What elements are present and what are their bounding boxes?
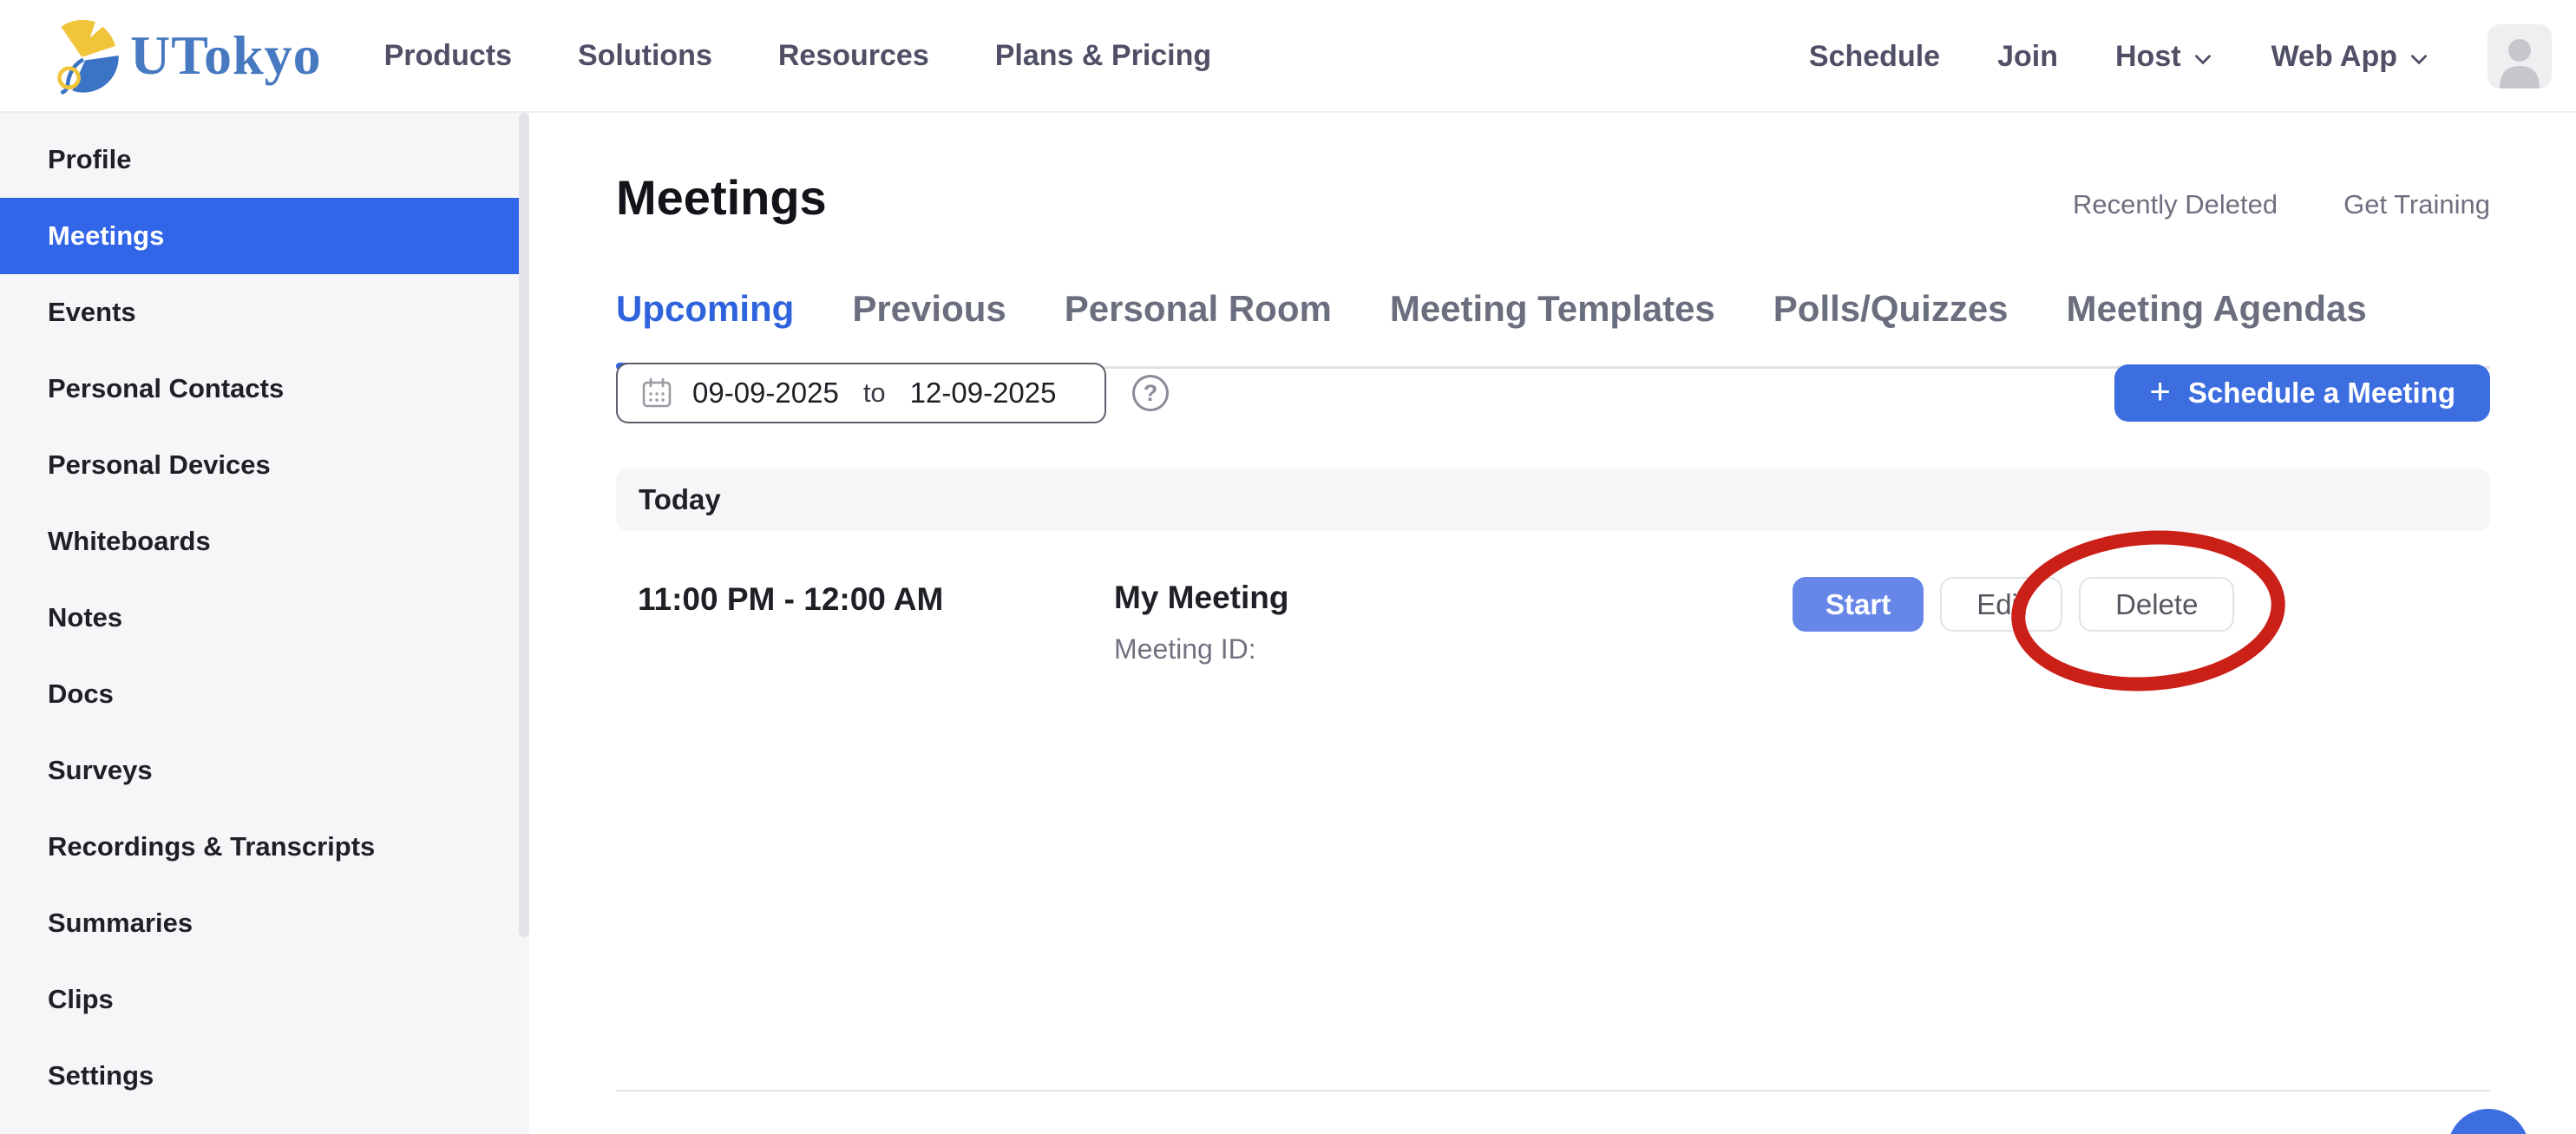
tab-polls-quizzes[interactable]: Polls/Quizzes: [1773, 288, 2009, 366]
nav-web-app-label: Web App: [2271, 40, 2397, 74]
ginkgo-leaf-icon: [45, 16, 125, 95]
get-training-link[interactable]: Get Training: [2343, 189, 2490, 220]
sidebar-item-profile[interactable]: Profile: [0, 121, 529, 198]
sidebar-item-personal-contacts[interactable]: Personal Contacts: [0, 351, 529, 427]
chevron-down-icon: [2408, 48, 2430, 70]
tab-meeting-templates[interactable]: Meeting Templates: [1390, 288, 1715, 366]
meeting-actions: Start Edit Delete: [1793, 577, 2234, 632]
sidebar-item-meetings[interactable]: Meetings: [0, 198, 519, 274]
chevron-down-icon: [2192, 48, 2214, 70]
recently-deleted-link[interactable]: Recently Deleted: [2073, 189, 2278, 220]
utokyo-logo[interactable]: UTokyo: [45, 16, 322, 95]
avatar[interactable]: [2488, 24, 2552, 88]
meetings-tabs: Upcoming Previous Personal Room Meeting …: [616, 252, 2490, 369]
primary-nav: Products Solutions Resources Plans & Pri…: [384, 39, 1212, 73]
date-range-input[interactable]: 09-09-2025 to 12-09-2025: [616, 363, 1106, 423]
account-nav: Schedule Join Host Web App: [1809, 0, 2552, 113]
today-label: Today: [639, 483, 721, 516]
sidebar-item-summaries[interactable]: Summaries: [0, 885, 529, 961]
date-start: 09-09-2025: [692, 377, 839, 410]
date-end: 12-09-2025: [910, 377, 1057, 410]
nav-host-label: Host: [2115, 40, 2181, 74]
page-title: Meetings: [616, 169, 827, 226]
nav-solutions[interactable]: Solutions: [578, 39, 712, 73]
top-header: UTokyo Products Solutions Resources Plan…: [0, 0, 2576, 113]
bottom-divider: [616, 1090, 2490, 1091]
sidebar-item-events[interactable]: Events: [0, 274, 529, 351]
brand-name: UTokyo: [130, 23, 322, 88]
sidebar-list: Profile Meetings Events Personal Contact…: [0, 113, 529, 1114]
calendar-icon: [640, 377, 673, 410]
filter-row: 09-09-2025 to 12-09-2025 ? + Schedule a …: [616, 363, 2490, 423]
help-icon[interactable]: ?: [1132, 375, 1169, 411]
sidebar-item-clips[interactable]: Clips: [0, 961, 529, 1038]
date-separator: to: [858, 377, 891, 409]
support-chat-button[interactable]: [2448, 1109, 2529, 1134]
nav-plans-pricing[interactable]: Plans & Pricing: [995, 39, 1211, 73]
sidebar-item-settings[interactable]: Settings: [0, 1038, 529, 1114]
tab-previous[interactable]: Previous: [852, 288, 1006, 366]
sidebar-item-surveys[interactable]: Surveys: [0, 732, 529, 809]
meeting-row: 11:00 PM - 12:00 AM My Meeting Meeting I…: [616, 531, 2490, 683]
sidebar-item-whiteboards[interactable]: Whiteboards: [0, 503, 529, 580]
nav-join[interactable]: Join: [1997, 40, 2058, 74]
tab-upcoming-label: Upcoming: [616, 288, 794, 329]
start-button[interactable]: Start: [1793, 577, 1924, 632]
tab-personal-room[interactable]: Personal Room: [1065, 288, 1332, 366]
delete-button[interactable]: Delete: [2079, 577, 2234, 632]
nav-schedule[interactable]: Schedule: [1809, 40, 1940, 74]
sidebar-item-notes[interactable]: Notes: [0, 580, 529, 656]
main-content: Meetings Recently Deleted Get Training U…: [529, 113, 2576, 1134]
nav-web-app[interactable]: Web App: [2271, 40, 2430, 74]
header-links: Recently Deleted Get Training: [2073, 189, 2490, 226]
user-silhouette-icon: [2488, 24, 2552, 88]
plus-icon: +: [2149, 370, 2171, 412]
meeting-id-label: Meeting ID:: [1114, 633, 1256, 665]
meeting-time: 11:00 PM - 12:00 AM: [638, 581, 943, 618]
nav-products[interactable]: Products: [384, 39, 512, 73]
tab-upcoming[interactable]: Upcoming: [616, 288, 794, 366]
edit-button[interactable]: Edit: [1940, 577, 2062, 632]
sidebar-scrollbar[interactable]: [519, 113, 529, 937]
main-header: Meetings Recently Deleted Get Training: [616, 156, 2490, 226]
nav-resources[interactable]: Resources: [778, 39, 929, 73]
sidebar-item-recordings[interactable]: Recordings & Transcripts: [0, 809, 529, 885]
sidebar-item-personal-devices[interactable]: Personal Devices: [0, 427, 529, 503]
zoom-web-portal: UTokyo Products Solutions Resources Plan…: [0, 0, 2576, 1134]
sidebar: Profile Meetings Events Personal Contact…: [0, 113, 529, 1134]
schedule-meeting-label: Schedule a Meeting: [2188, 377, 2455, 410]
sidebar-item-docs[interactable]: Docs: [0, 656, 529, 732]
meeting-name: My Meeting: [1114, 580, 1288, 616]
today-group-header: Today: [616, 469, 2490, 531]
tab-meeting-agendas[interactable]: Meeting Agendas: [2067, 288, 2367, 366]
nav-host[interactable]: Host: [2115, 40, 2214, 74]
schedule-meeting-button[interactable]: + Schedule a Meeting: [2114, 364, 2490, 422]
